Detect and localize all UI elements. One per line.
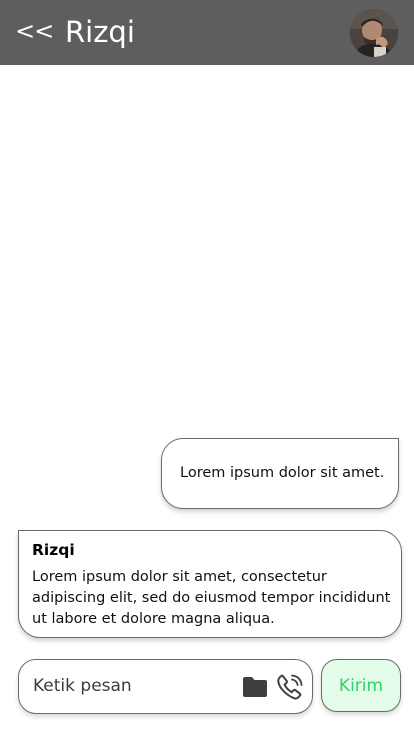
message-composer [18, 659, 313, 714]
contact-name: Rizqi [65, 15, 135, 49]
back-button[interactable]: << [15, 14, 54, 48]
folder-icon[interactable] [242, 676, 268, 698]
chat-header: << Rizqi [0, 0, 414, 65]
message-input[interactable] [33, 673, 233, 699]
message-text: Lorem ipsum dolor sit amet. [180, 465, 385, 481]
incoming-message-bubble: Rizqi Lorem ipsum dolor sit amet, consec… [18, 530, 402, 638]
send-button[interactable]: Kirim [321, 659, 401, 712]
message-sender-name: Rizqi [32, 541, 75, 559]
outgoing-message-bubble: Lorem ipsum dolor sit amet. [161, 438, 399, 509]
avatar-photo-icon [350, 9, 398, 57]
phone-icon[interactable] [277, 674, 303, 700]
message-text: Lorem ipsum dolor sit amet, consectetur … [32, 569, 391, 627]
contact-avatar[interactable] [350, 9, 398, 57]
